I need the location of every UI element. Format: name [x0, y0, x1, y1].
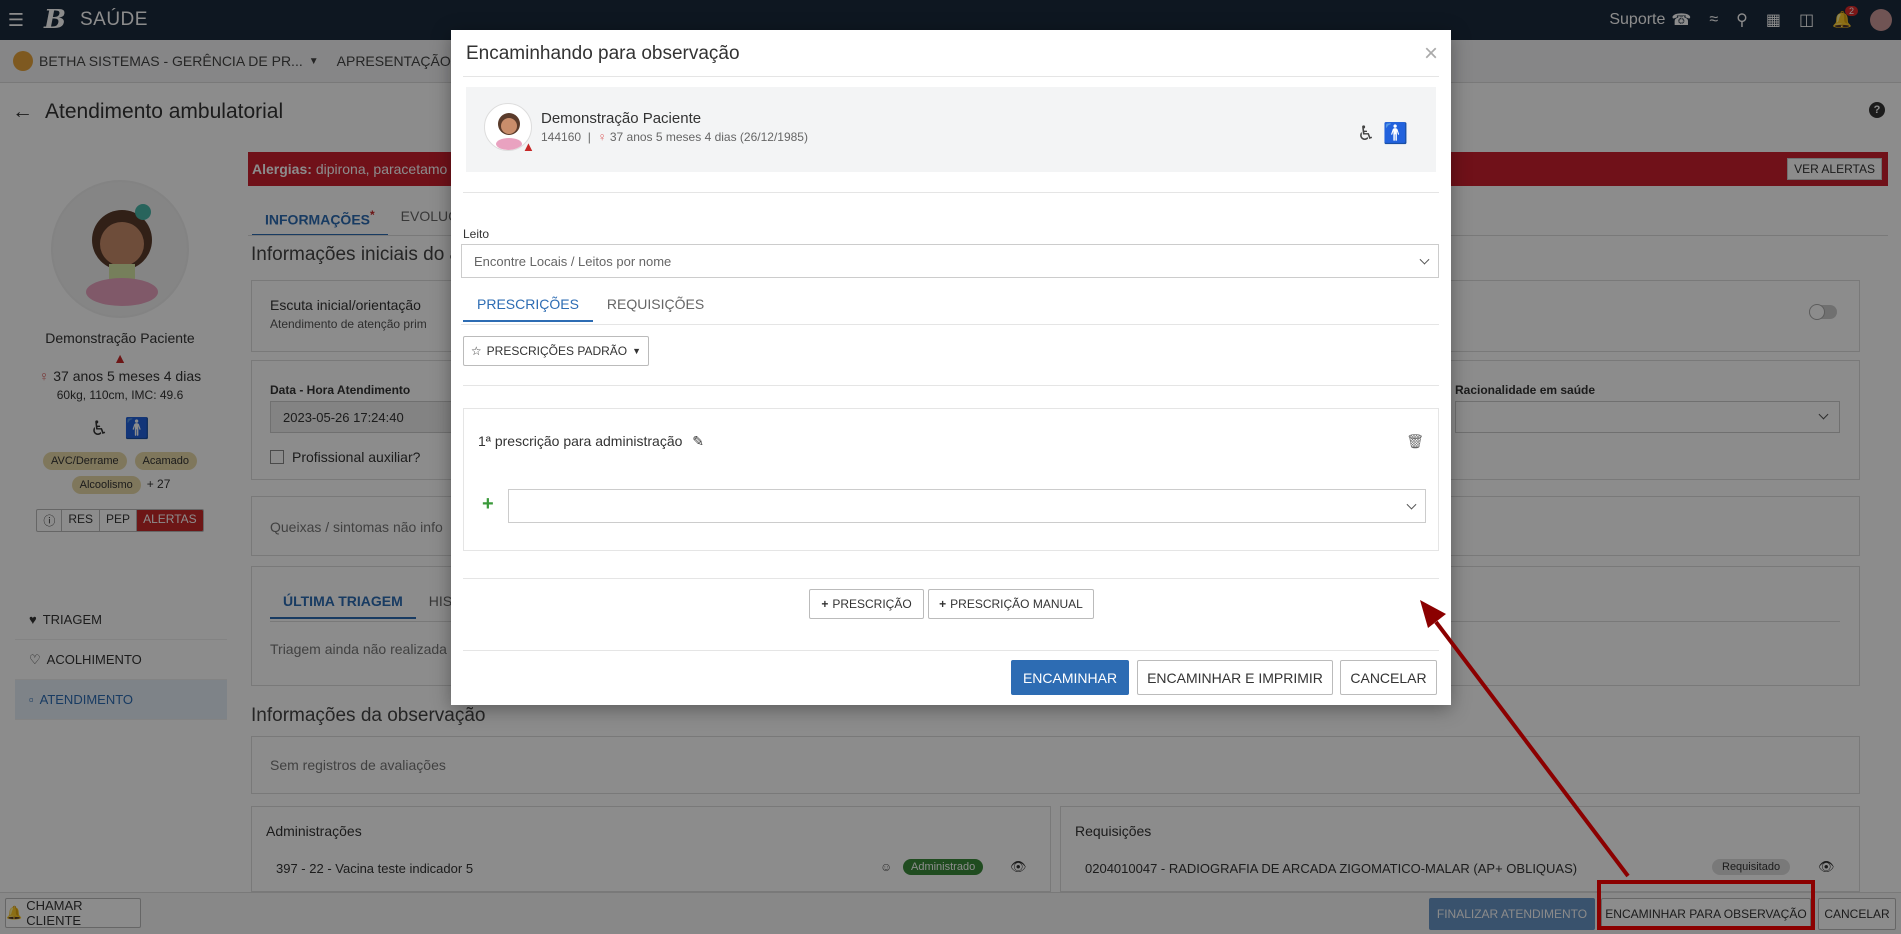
footer-divider — [463, 650, 1439, 651]
chevron-down-icon — [1406, 499, 1417, 510]
modal-tabs: PRESCRIÇÕES REQUISIÇÕES — [463, 288, 718, 322]
modal-title: Encaminhando para observação — [466, 43, 740, 64]
button-label: PRESCRIÇÃO MANUAL — [950, 597, 1083, 611]
patient-divider — [463, 192, 1439, 193]
plus-icon: + — [821, 597, 829, 611]
modal-tabs-divider — [461, 324, 1439, 325]
plus-icon: + — [939, 597, 947, 611]
modal-title-divider — [463, 76, 1439, 77]
add-prescricao-button[interactable]: + PRESCRIÇÃO — [809, 589, 924, 619]
modal-patient-icons: ♿🚹 — [1357, 121, 1416, 146]
tab-prescricoes[interactable]: PRESCRIÇÕES — [463, 288, 593, 322]
modal-patient-name: Demonstração Paciente — [541, 110, 702, 127]
trash-icon[interactable]: 🗑 — [1406, 433, 1424, 450]
leito-select[interactable]: Encontre Locais / Leitos por nome — [461, 244, 1439, 278]
encaminhar-observacao-modal: Encaminhando para observação × ▲ Demonst… — [451, 30, 1451, 705]
wheelchair-icon: ♿ — [1357, 123, 1384, 145]
leito-placeholder: Encontre Locais / Leitos por nome — [474, 253, 672, 269]
add-prescricao-manual-button[interactable]: + PRESCRIÇÃO MANUAL — [928, 589, 1094, 619]
star-icon: ☆ — [470, 344, 482, 358]
tab-requisicoes[interactable]: REQUISIÇÕES — [593, 288, 718, 322]
modal-patient-details: 144160 | ♀ 37 anos 5 meses 4 dias (26/12… — [541, 130, 808, 144]
prescription-item-select[interactable] — [508, 489, 1426, 523]
dropdown-label: PRESCRIÇÕES PADRÃO — [486, 344, 628, 358]
modal-cancelar-button[interactable]: CANCELAR — [1340, 660, 1437, 695]
close-icon[interactable]: × — [1424, 40, 1438, 68]
button-label: PRESCRIÇÃO — [832, 597, 912, 611]
chevron-down-icon — [1419, 254, 1430, 265]
annotation-highlight-box — [1597, 880, 1815, 930]
leito-label: Leito — [463, 227, 490, 241]
modal-patient-summary: ▲ Demonstração Paciente 144160 | ♀ 37 an… — [466, 87, 1436, 172]
section-divider — [463, 385, 1439, 386]
add-item-icon[interactable]: + — [482, 493, 494, 516]
chevron-down-icon: ▼ — [632, 346, 642, 356]
prescription-card: 1ª prescrição para administração ✎ 🗑 + — [463, 408, 1439, 551]
prescription-title-text: 1ª prescrição para administração — [478, 433, 683, 449]
modal-patient-id: 144160 — [541, 130, 582, 144]
encaminhar-button[interactable]: ENCAMINHAR — [1011, 660, 1129, 695]
pencil-icon[interactable]: ✎ — [692, 433, 704, 449]
person-icon: 🚹 — [1383, 123, 1416, 145]
encaminhar-imprimir-button[interactable]: ENCAMINHAR E IMPRIMIR — [1137, 660, 1333, 695]
add-buttons-divider — [463, 578, 1439, 579]
prescription-title: 1ª prescrição para administração ✎ — [478, 433, 704, 450]
modal-patient-age: 37 anos 5 meses 4 dias (26/12/1985) — [609, 130, 808, 144]
warning-icon: ▲ — [522, 139, 535, 154]
prescricoes-padrao-dropdown[interactable]: ☆ PRESCRIÇÕES PADRÃO ▼ — [463, 336, 649, 366]
female-icon: ♀ — [597, 130, 607, 144]
